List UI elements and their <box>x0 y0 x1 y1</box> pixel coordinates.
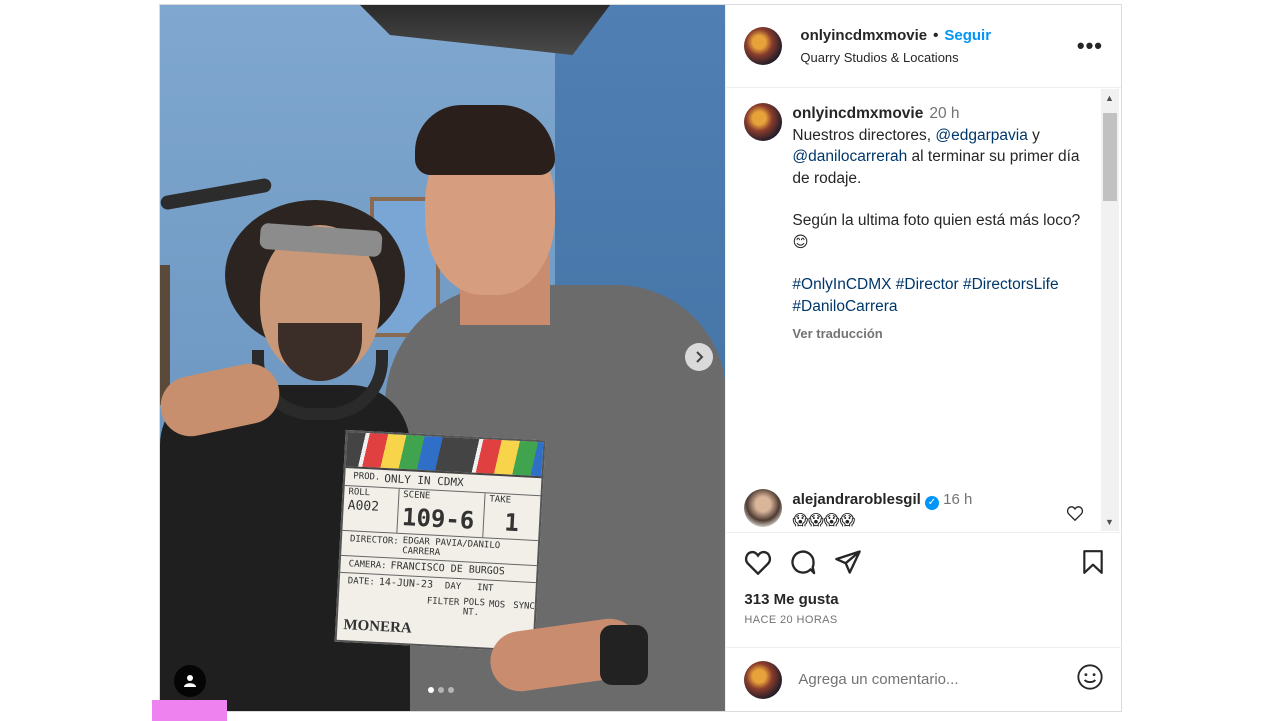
bookmark-icon <box>1083 550 1104 574</box>
comments-scroll-area[interactable]: onlyincdmxmovie 20 h Nuestros directores,… <box>726 89 1122 531</box>
clapper-mos-label: MOS <box>488 599 506 611</box>
add-comment-bar <box>726 647 1123 711</box>
comment-bubble-icon <box>791 550 816 575</box>
save-button[interactable] <box>1082 549 1104 575</box>
carousel-dot <box>438 687 444 693</box>
clapper-date-value: 14-JUN-23 <box>378 576 434 591</box>
author-avatar[interactable] <box>744 27 783 65</box>
scroll-down-arrow-icon[interactable]: ▼ <box>1105 517 1114 527</box>
taskbar-highlight <box>152 700 227 721</box>
comment-item: alejandraroblesgil ✓ 16 h 😱😱😱😱 <box>744 489 1084 531</box>
separator-dot: • <box>933 27 939 44</box>
post-actions: 313 Me gusta HACE 20 HORAS <box>726 532 1123 632</box>
scrollbar-thumb[interactable] <box>1103 113 1117 201</box>
heart-icon <box>745 550 772 575</box>
likes-count[interactable]: 313 Me gusta <box>744 591 1104 608</box>
comment-header: alejandraroblesgil ✓ 16 h <box>792 489 1084 510</box>
hashtag-danilocarrera[interactable]: #DaniloCarrera <box>792 298 897 315</box>
post-photo[interactable]: PROD. ONLY IN CDMX ROLL A002 SCENE 109-6… <box>160 5 726 711</box>
clapper-day-label: DAY <box>444 581 462 593</box>
more-options-icon[interactable]: ••• <box>1077 33 1103 59</box>
person-right-hair <box>415 105 555 175</box>
wristwatch <box>600 625 648 685</box>
verified-badge-icon: ✓ <box>924 496 939 510</box>
clapper-camera-label: CAMERA: <box>348 559 387 572</box>
clapper-roll-value: A002 <box>347 498 380 515</box>
caption-text-part: Nuestros directores, <box>792 126 936 144</box>
post-timestamp: HACE 20 HORAS <box>744 614 838 626</box>
comments-scrollbar[interactable]: ▲ ▼ <box>1101 89 1119 531</box>
post-header-meta: onlyincdmxmovie • Seguir Quarry Studios … <box>800 27 1076 65</box>
clapper-director-label: DIRECTOR: <box>349 534 399 547</box>
clapper-int-label: INT <box>476 583 494 594</box>
current-user-avatar <box>744 660 783 699</box>
caption-question: Según la ultima foto quien está más loco… <box>792 212 1081 251</box>
comment-like-button[interactable] <box>1066 505 1084 526</box>
post-header: onlyincdmxmovie • Seguir Quarry Studios … <box>726 5 1121 88</box>
scroll-up-arrow-icon[interactable]: ▲ <box>1105 93 1114 103</box>
hashtag-directorslife[interactable]: #DirectorsLife <box>963 276 1059 293</box>
clapper-take-value: 1 <box>503 508 520 538</box>
clapper-prod-label: PROD. <box>353 471 381 483</box>
share-button[interactable] <box>834 549 862 575</box>
location-link[interactable]: Quarry Studios & Locations <box>800 50 1076 65</box>
mention-danilocarrerah[interactable]: @danilocarrerah <box>792 148 907 165</box>
caption-time: 20 h <box>929 105 960 122</box>
clapper-director-value: EDGAR PAVIA/DANILO CARRERA <box>401 536 501 559</box>
carousel-next-button[interactable] <box>685 343 713 371</box>
caption-text: Nuestros directores, @edgarpavia y @dani… <box>792 125 1087 190</box>
hashtag-onlyincdmx[interactable]: #OnlyInCDMX <box>792 276 891 293</box>
chevron-right-icon <box>696 351 704 363</box>
clapper-brand-logo: MONERA <box>343 617 413 637</box>
post-header-line: onlyincdmxmovie • Seguir <box>800 27 1076 44</box>
comment-input[interactable] <box>798 671 1077 688</box>
clapper-date-label: DATE: <box>347 576 376 588</box>
clapper-scene-value: 109-6 <box>401 503 475 535</box>
commenter-username[interactable]: alejandraroblesgil <box>792 491 920 508</box>
clapper-filter-value: POLS NT. <box>462 597 486 619</box>
clapper-prod-value: ONLY IN CDMX <box>383 472 465 490</box>
post-modal: PROD. ONLY IN CDMX ROLL A002 SCENE 109-6… <box>159 4 1123 712</box>
like-button[interactable] <box>744 549 772 575</box>
caption-header: onlyincdmxmovie 20 h <box>792 103 1087 125</box>
caption-hashtags: #OnlyInCDMX #Director #DirectorsLife #Da… <box>792 274 1087 317</box>
carousel-dot <box>448 687 454 693</box>
smiley-icon <box>1077 664 1104 690</box>
carousel-dot-active <box>428 687 434 693</box>
user-icon <box>184 675 196 687</box>
post-caption: onlyincdmxmovie 20 h Nuestros directores,… <box>726 89 1122 345</box>
carousel-dots <box>428 687 454 693</box>
emoji-picker-button[interactable] <box>1076 663 1104 696</box>
caption-text-part: y <box>1027 126 1040 144</box>
action-icons <box>744 533 1104 591</box>
author-username[interactable]: onlyincdmxmovie <box>800 27 927 44</box>
mention-edgarpavia[interactable]: @edgarpavia <box>935 127 1027 144</box>
tagged-users-button[interactable] <box>174 665 206 697</box>
see-translation-link[interactable]: Ver traducción <box>792 323 1087 345</box>
caption-author-avatar[interactable] <box>744 103 783 141</box>
post-side-panel: onlyincdmxmovie • Seguir Quarry Studios … <box>725 5 1123 711</box>
follow-button[interactable]: Seguir <box>944 27 991 44</box>
commenter-avatar[interactable] <box>744 489 783 527</box>
clapper-sync-label: SYNC <box>512 600 536 613</box>
heart-icon <box>1067 506 1084 522</box>
comment-text: 😱😱😱😱 <box>792 512 855 529</box>
comment-body: alejandraroblesgil ✓ 16 h 😱😱😱😱 <box>792 489 1084 531</box>
caption-username[interactable]: onlyincdmxmovie <box>792 105 923 122</box>
hashtag-director[interactable]: #Director <box>896 276 959 293</box>
caption-body: onlyincdmxmovie 20 h Nuestros directores,… <box>792 103 1087 345</box>
comment-button[interactable] <box>789 548 817 576</box>
clapper-filter-label: FILTER <box>426 596 460 609</box>
clapperboard: PROD. ONLY IN CDMX ROLL A002 SCENE 109-6… <box>334 429 546 653</box>
comment-time: 16 h <box>943 491 973 508</box>
paper-plane-icon <box>835 550 862 574</box>
